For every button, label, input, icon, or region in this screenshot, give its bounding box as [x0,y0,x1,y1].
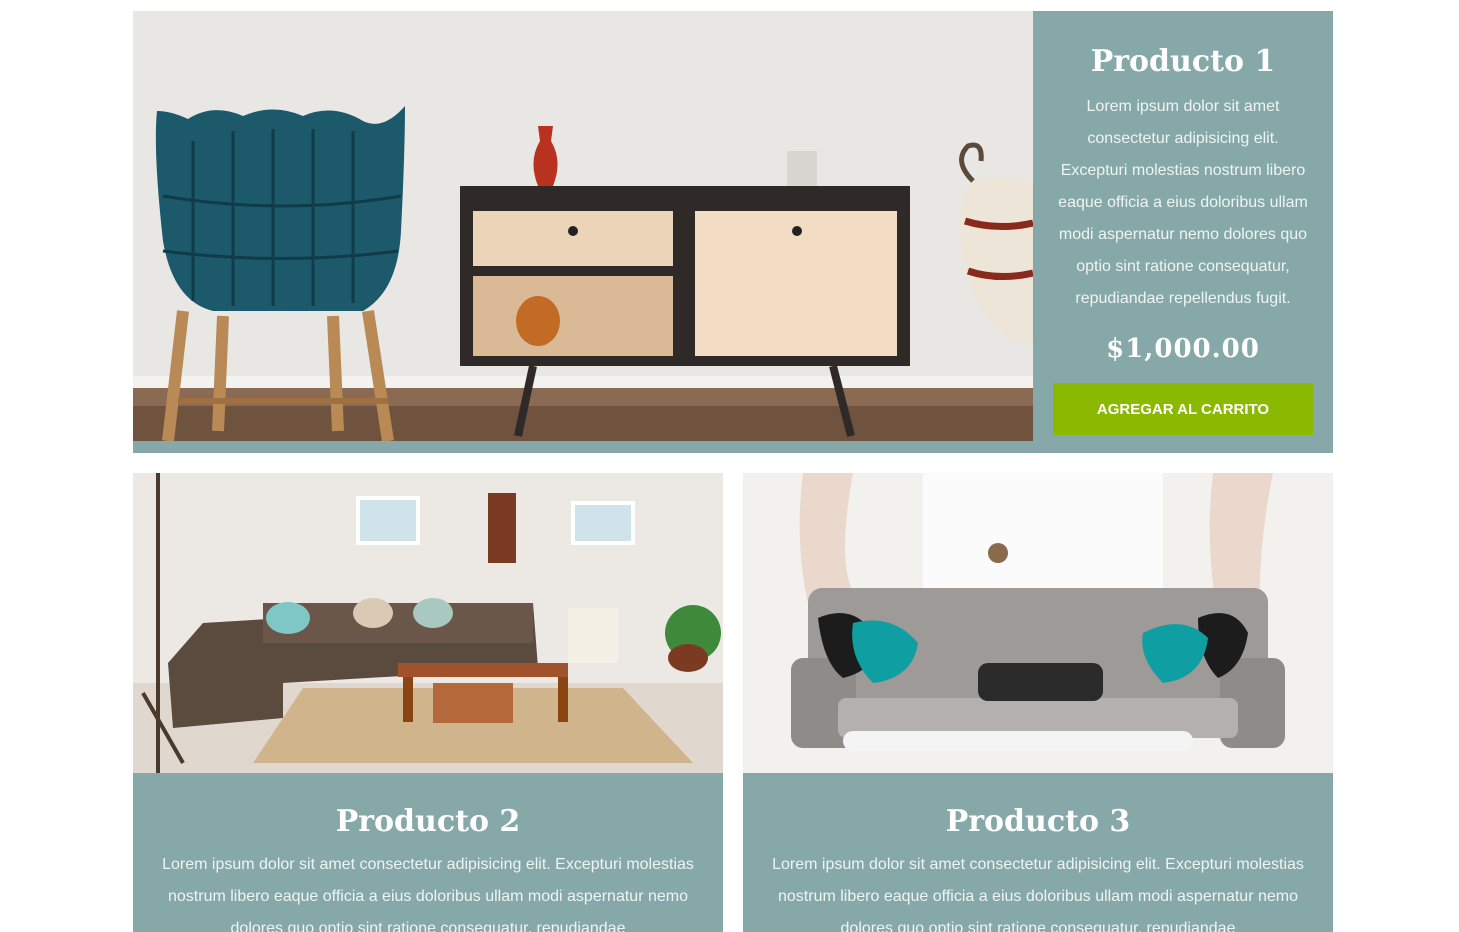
product-title: Producto 3 [945,804,1131,839]
product-image-living-room[interactable] [133,473,723,773]
product-description: Lorem ipsum dolor sit amet consectetur a… [772,856,1304,932]
product-info-featured: Producto 1 Lorem ipsum dolor sit amet co… [1033,11,1333,453]
product-title: Producto 2 [335,804,521,839]
product-info-2: Producto 2 Lorem ipsum dolor sit amet co… [133,773,723,932]
product-price: $1,000.00 [1106,334,1260,364]
product-card-2: Producto 2 Lorem ipsum dolor sit amet co… [133,473,723,932]
product-description: Lorem ipsum dolor sit amet consectetur a… [162,856,694,932]
product-card-3: Producto 3 Lorem ipsum dolor sit amet co… [743,473,1333,932]
add-to-cart-button[interactable]: AGREGAR AL CARRITO [1053,383,1313,435]
product-info-3: Producto 3 Lorem ipsum dolor sit amet co… [743,773,1333,932]
product-description: Lorem ipsum dolor sit amet consectetur a… [1058,98,1308,307]
product-catalog: Producto 1 Lorem ipsum dolor sit amet co… [0,0,1459,932]
product-image-grey-sofa[interactable] [743,473,1333,773]
product-card-featured: Producto 1 Lorem ipsum dolor sit amet co… [133,11,1333,453]
product-title: Producto 1 [1090,44,1276,79]
product-image-sideboard[interactable] [133,11,1033,441]
